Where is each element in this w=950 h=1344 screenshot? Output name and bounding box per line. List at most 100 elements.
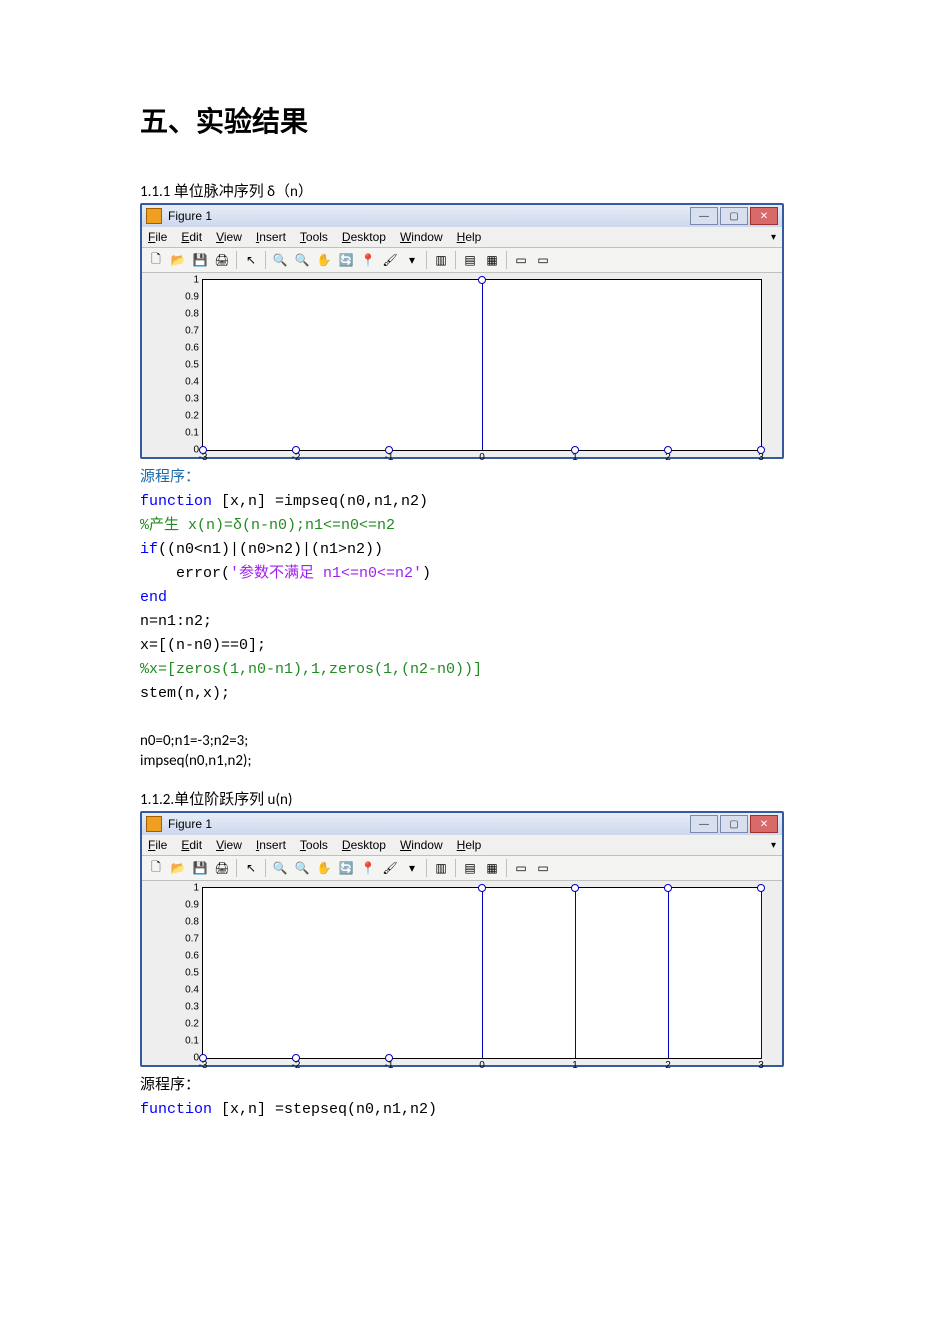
zoom-in-icon[interactable]: 🔍 (270, 251, 290, 269)
save-icon[interactable]: 💾 (190, 251, 210, 269)
figure-window-1: Figure 1 — ▢ ✕ File Edit View Insert Too… (140, 203, 784, 459)
brush-icon[interactable]: 🖌 (380, 859, 400, 877)
new-icon[interactable]: 🗋 (146, 251, 166, 269)
dock-icon[interactable]: ▭ (511, 251, 531, 269)
matlab-figure-icon (146, 208, 162, 224)
y-tick-label: 0.7 (169, 934, 203, 945)
link-icon[interactable]: ▾ (402, 251, 422, 269)
maximize-button[interactable]: ▢ (720, 207, 748, 225)
menu-desktop[interactable]: Desktop (342, 838, 386, 852)
menu-file[interactable]: File (148, 230, 167, 244)
window-title: Figure 1 (168, 817, 690, 831)
pointer-icon[interactable]: ↖ (241, 859, 261, 877)
pan-icon[interactable]: ✋ (314, 251, 334, 269)
dock-icon[interactable]: ▭ (511, 859, 531, 877)
pan-icon[interactable]: ✋ (314, 859, 334, 877)
brush-icon[interactable]: 🖌 (380, 251, 400, 269)
legend-icon[interactable]: ▤ (460, 859, 480, 877)
stem-marker (292, 446, 300, 454)
y-tick-label: 1 (169, 275, 203, 286)
new-icon[interactable]: 🗋 (146, 859, 166, 877)
minimize-button[interactable]: — (690, 207, 718, 225)
axes-icon[interactable]: ▦ (482, 859, 502, 877)
stem-marker (757, 884, 765, 892)
y-tick-label: 0.1 (169, 428, 203, 439)
titlebar[interactable]: Figure 1 — ▢ ✕ (142, 205, 782, 227)
close-button[interactable]: ✕ (750, 207, 778, 225)
minimize-button[interactable]: — (690, 815, 718, 833)
menu-insert[interactable]: Insert (256, 838, 286, 852)
menu-file[interactable]: File (148, 838, 167, 852)
pointer-icon[interactable]: ↖ (241, 251, 261, 269)
zoom-in-icon[interactable]: 🔍 (270, 859, 290, 877)
menu-edit[interactable]: Edit (181, 230, 202, 244)
colorbar-icon[interactable]: ▥ (431, 251, 451, 269)
menu-window[interactable]: Window (400, 230, 443, 244)
code-block-2: function [x,n] =stepseq(n0,n1,n2) (140, 1098, 830, 1122)
toolbar[interactable]: 🗋 📂 💾 🖨 ↖ 🔍 🔍 ✋ 🔄 📍 🖌 ▾ ▥ ▤ ▦ ▭ ▭ (142, 856, 782, 881)
axes-1[interactable]: 10.90.80.70.60.50.40.30.20.10-3-2-10123 (202, 279, 762, 451)
link-icon[interactable]: ▾ (402, 859, 422, 877)
y-tick-label: 0.8 (169, 917, 203, 928)
call-code-1: n0=0;n1=-3;n2=3; (140, 732, 830, 750)
y-tick-label: 0.3 (169, 394, 203, 405)
menubar[interactable]: File Edit View Insert Tools Desktop Wind… (142, 227, 782, 248)
y-tick-label: 0.4 (169, 377, 203, 388)
menu-view[interactable]: View (216, 838, 242, 852)
zoom-out-icon[interactable]: 🔍 (292, 251, 312, 269)
menu-view[interactable]: View (216, 230, 242, 244)
maximize-button[interactable]: ▢ (720, 815, 748, 833)
matlab-figure-icon (146, 816, 162, 832)
undock-icon[interactable]: ▭ (533, 859, 553, 877)
rotate-icon[interactable]: 🔄 (336, 859, 356, 877)
page-title: 五、实验结果 (140, 100, 830, 140)
x-tick-label: 2 (665, 1058, 671, 1071)
stem-marker (757, 446, 765, 454)
stem-marker (571, 446, 579, 454)
menu-desktop[interactable]: Desktop (342, 230, 386, 244)
close-button[interactable]: ✕ (750, 815, 778, 833)
menu-help[interactable]: Help (457, 838, 482, 852)
open-icon[interactable]: 📂 (168, 251, 188, 269)
y-tick-label: 0.8 (169, 309, 203, 320)
datacursor-icon[interactable]: 📍 (358, 251, 378, 269)
stem-marker (385, 1054, 393, 1062)
menu-overflow-icon[interactable]: ▾ (771, 232, 776, 243)
x-tick-label: 3 (758, 1058, 764, 1071)
y-tick-label: 0.5 (169, 968, 203, 979)
menu-insert[interactable]: Insert (256, 230, 286, 244)
stem-marker (199, 1054, 207, 1062)
menu-overflow-icon[interactable]: ▾ (771, 840, 776, 851)
open-icon[interactable]: 📂 (168, 859, 188, 877)
rotate-icon[interactable]: 🔄 (336, 251, 356, 269)
zoom-out-icon[interactable]: 🔍 (292, 859, 312, 877)
x-tick-label: 0 (479, 450, 485, 463)
print-icon[interactable]: 🖨 (212, 859, 232, 877)
stem-marker (664, 446, 672, 454)
legend-icon[interactable]: ▤ (460, 251, 480, 269)
undock-icon[interactable]: ▭ (533, 251, 553, 269)
src-label-1: 源程序： (140, 465, 830, 486)
menu-help[interactable]: Help (457, 230, 482, 244)
y-tick-label: 0.2 (169, 411, 203, 422)
colorbar-icon[interactable]: ▥ (431, 859, 451, 877)
print-icon[interactable]: 🖨 (212, 251, 232, 269)
menu-tools[interactable]: Tools (300, 230, 328, 244)
menubar[interactable]: File Edit View Insert Tools Desktop Wind… (142, 835, 782, 856)
call-code-2: impseq(n0,n1,n2); (140, 752, 830, 770)
toolbar[interactable]: 🗋 📂 💾 🖨 ↖ 🔍 🔍 ✋ 🔄 📍 🖌 ▾ ▥ ▤ ▦ ▭ ▭ (142, 248, 782, 273)
datacursor-icon[interactable]: 📍 (358, 859, 378, 877)
x-tick-label: 1 (572, 1058, 578, 1071)
y-tick-label: 0.9 (169, 292, 203, 303)
save-icon[interactable]: 💾 (190, 859, 210, 877)
menu-tools[interactable]: Tools (300, 838, 328, 852)
titlebar[interactable]: Figure 1 — ▢ ✕ (142, 813, 782, 835)
axes-icon[interactable]: ▦ (482, 251, 502, 269)
stem-marker (571, 884, 579, 892)
menu-edit[interactable]: Edit (181, 838, 202, 852)
y-tick-label: 0.4 (169, 985, 203, 996)
y-tick-label: 0.6 (169, 343, 203, 354)
axes-2[interactable]: 10.90.80.70.60.50.40.30.20.10-3-2-10123 (202, 887, 762, 1059)
stem-line (575, 888, 576, 1058)
menu-window[interactable]: Window (400, 838, 443, 852)
